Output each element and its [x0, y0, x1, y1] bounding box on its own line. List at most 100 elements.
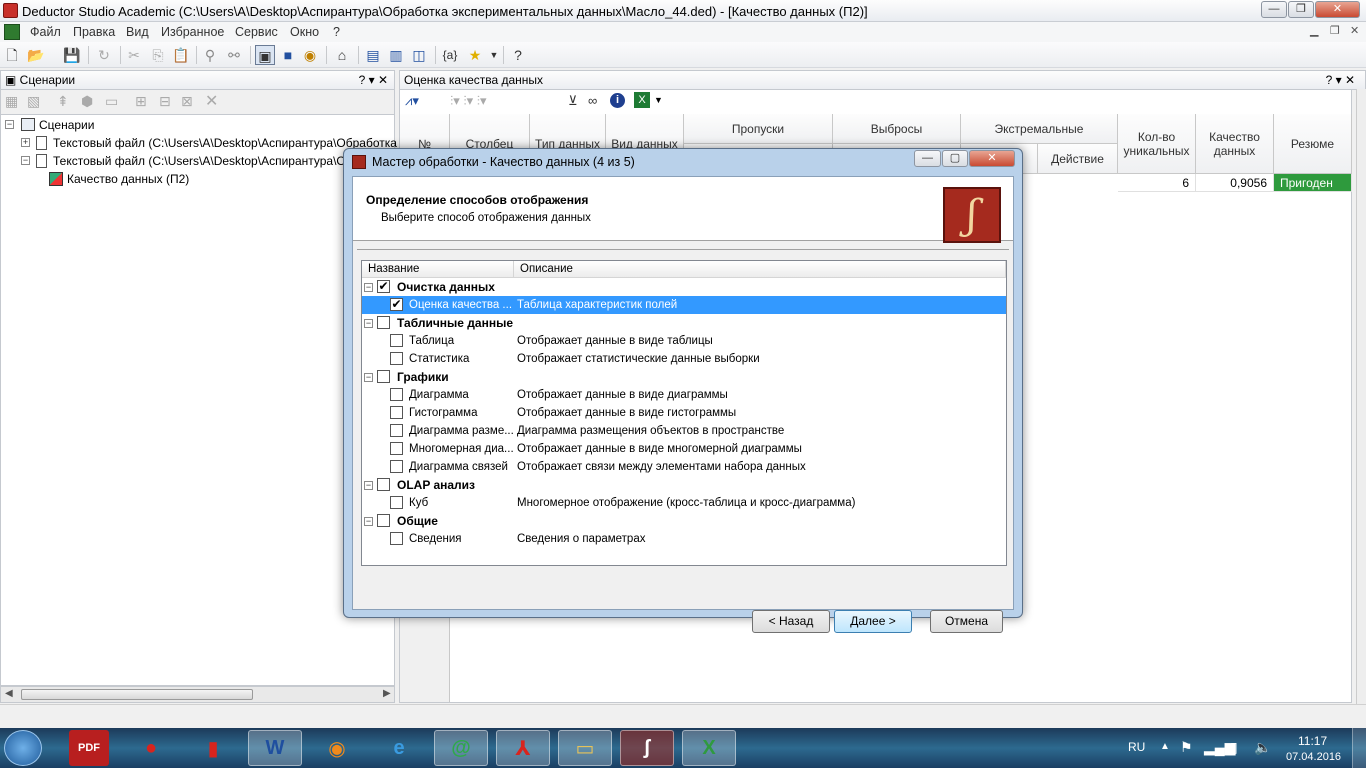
expand-icon[interactable]: + — [21, 138, 30, 147]
item-checkbox[interactable] — [390, 334, 403, 347]
maximize-button[interactable]: ❐ — [1288, 1, 1314, 18]
pdf-converter-icon[interactable]: PDF — [69, 730, 109, 766]
visualizer-row[interactable]: ✔ Оценка качества ... Таблица характеристи… — [362, 296, 1006, 314]
visualizer-row[interactable]: Сведения Сведения о параметрах — [362, 530, 1006, 548]
close-button[interactable]: ✕ — [1315, 1, 1360, 18]
collapse-icon[interactable]: − — [364, 319, 373, 328]
excel-icon[interactable]: X — [682, 730, 736, 766]
dialog-maximize-button[interactable]: ▢ — [942, 150, 968, 167]
group-row[interactable]: − OLAP анализ — [362, 476, 1006, 494]
copy-icon[interactable]: ⎘ — [148, 45, 168, 65]
dialog-close-button[interactable]: ✕ — [969, 150, 1015, 167]
collapse-icon[interactable]: − — [5, 120, 14, 129]
favorites-star-icon[interactable]: ★ — [465, 45, 485, 65]
cut-icon[interactable]: ✂ — [124, 45, 144, 65]
visualizer-row[interactable]: Таблица Отображает данные в виде таблицы — [362, 332, 1006, 350]
right-vertical-scrollbar[interactable] — [1356, 89, 1366, 709]
next-button[interactable]: Далее > — [834, 610, 912, 633]
item-checkbox[interactable]: ✔ — [390, 298, 403, 311]
file-explorer-icon[interactable]: ▭ — [558, 730, 612, 766]
item-checkbox[interactable] — [390, 460, 403, 473]
group-row[interactable]: − Общие — [362, 512, 1006, 530]
visualizer-row[interactable]: Куб Многомерное отображение (кросс-таблиц… — [362, 494, 1006, 512]
search-icon[interactable]: ∞ — [588, 93, 597, 108]
visualizer-row[interactable]: Гистограмма Отображает данные в виде гист… — [362, 404, 1006, 422]
export-excel-icon[interactable]: X — [634, 92, 650, 108]
visualizer-row[interactable]: Диаграмма Отображает данные в виде диагра… — [362, 386, 1006, 404]
item-checkbox[interactable] — [390, 442, 403, 455]
tree-copy-icon[interactable]: ⊞ — [135, 93, 147, 110]
col-gaps[interactable]: Пропуски — [684, 114, 833, 144]
action-center-icon[interactable]: ⚑ — [1180, 739, 1193, 756]
menu-favorites[interactable]: Избранное — [161, 25, 224, 39]
quality-value-cell[interactable]: 0,9056 — [1196, 174, 1274, 192]
visualizer-row[interactable]: Многомерная диа... Отображает данные в ви… — [362, 440, 1006, 458]
cascade-icon[interactable]: ▤ — [363, 45, 383, 65]
cancel-button[interactable]: Отмена — [930, 610, 1003, 633]
collapse-icon[interactable]: − — [364, 517, 373, 526]
language-indicator[interactable]: RU — [1128, 740, 1145, 754]
tile-horizontal-icon[interactable]: ▥ — [386, 45, 406, 65]
power-icon[interactable]: ▯ — [1230, 739, 1238, 756]
delete-icon[interactable]: ✕ — [205, 91, 218, 111]
favorites-dropdown-icon[interactable]: ▼ — [484, 45, 504, 65]
list-col-desc[interactable]: Описание — [514, 261, 1006, 278]
scroll-right-icon[interactable]: ▶ — [383, 688, 391, 699]
open-folder-icon[interactable]: 📂 — [26, 45, 46, 65]
scenarios-horizontal-scrollbar[interactable]: ◀ ▶ — [0, 686, 395, 703]
group-checkbox[interactable]: ✔ — [377, 280, 390, 293]
internet-explorer-icon[interactable]: e — [372, 730, 426, 766]
volume-icon[interactable]: 🔈 — [1254, 739, 1271, 756]
scrollbar-thumb[interactable] — [21, 689, 253, 700]
group-row[interactable]: − Графики — [362, 368, 1006, 386]
menu-help[interactable]: ? — [333, 25, 340, 39]
paste-icon[interactable]: 📋 — [171, 45, 191, 65]
word-icon[interactable]: W — [248, 730, 302, 766]
settings-icon[interactable]: ◉ — [300, 45, 320, 65]
tree-paste-icon[interactable]: ⊟ — [159, 93, 171, 110]
list-col-name[interactable]: Название — [362, 261, 514, 278]
mdi-close-icon[interactable]: ✕ — [1350, 24, 1359, 37]
col-quality[interactable]: Качество данных — [1196, 114, 1274, 174]
col-action[interactable]: Действие — [1038, 144, 1118, 174]
group-checkbox[interactable] — [377, 514, 390, 527]
menu-file[interactable]: Файл — [30, 25, 61, 39]
info-icon[interactable]: i — [610, 93, 625, 108]
wizard-icon[interactable]: ▧ — [27, 93, 40, 110]
group-checkbox[interactable] — [377, 478, 390, 491]
deductor-taskbar-icon[interactable]: ʃ — [620, 730, 674, 766]
item-checkbox[interactable] — [390, 532, 403, 545]
scenarios-toggle-icon[interactable]: ▣ — [255, 45, 275, 65]
col-outliers[interactable]: Выбросы — [833, 114, 961, 144]
scenarios-panel-controls[interactable]: ? ▾ ✕ — [359, 71, 388, 89]
refresh-icon[interactable]: ↻ — [94, 45, 114, 65]
mail-agent-icon[interactable]: @ — [434, 730, 488, 766]
add-node-icon[interactable]: ▦ — [5, 93, 18, 110]
start-button[interactable] — [4, 730, 42, 766]
tile-vertical-icon[interactable]: ◫ — [409, 45, 429, 65]
group-checkbox[interactable] — [377, 316, 390, 329]
unique-count-cell[interactable]: 6 — [1118, 174, 1196, 192]
new-file-icon[interactable]: 🗋 — [2, 45, 22, 65]
dialog-minimize-button[interactable]: — — [914, 150, 941, 167]
home-icon[interactable]: ⌂ — [332, 45, 352, 65]
group-row[interactable]: − Табличные данные — [362, 314, 1006, 332]
red-book-icon[interactable]: ▮ — [186, 730, 240, 766]
help-icon[interactable]: ? — [508, 45, 528, 65]
show-hidden-icons[interactable]: ▲ — [1160, 741, 1170, 752]
view-icon[interactable]: ▭ — [105, 93, 118, 110]
col-summary[interactable]: Резюме — [1274, 114, 1352, 174]
columns-icon[interactable]: ⫶▾ ⫶▾ ⫶▾ — [450, 93, 487, 109]
show-desktop-button[interactable] — [1352, 728, 1366, 768]
menu-service[interactable]: Сервис — [235, 25, 278, 39]
col-unique[interactable]: Кол-во уникальных — [1118, 114, 1196, 174]
visualizer-row[interactable]: Диаграмма связей Отображает связи между э… — [362, 458, 1006, 476]
visualizer-row[interactable]: Статистика Отображает статистические данн… — [362, 350, 1006, 368]
group-checkbox[interactable] — [377, 370, 390, 383]
chart-view-icon[interactable]: ⩘▾ — [405, 93, 419, 109]
menu-view[interactable]: Вид — [126, 25, 149, 39]
find-replace-icon[interactable]: ⚯ — [224, 45, 244, 65]
col-extremes[interactable]: Экстремальные — [961, 114, 1118, 144]
move-up-icon[interactable]: ⇞ — [57, 93, 69, 110]
item-checkbox[interactable] — [390, 496, 403, 509]
